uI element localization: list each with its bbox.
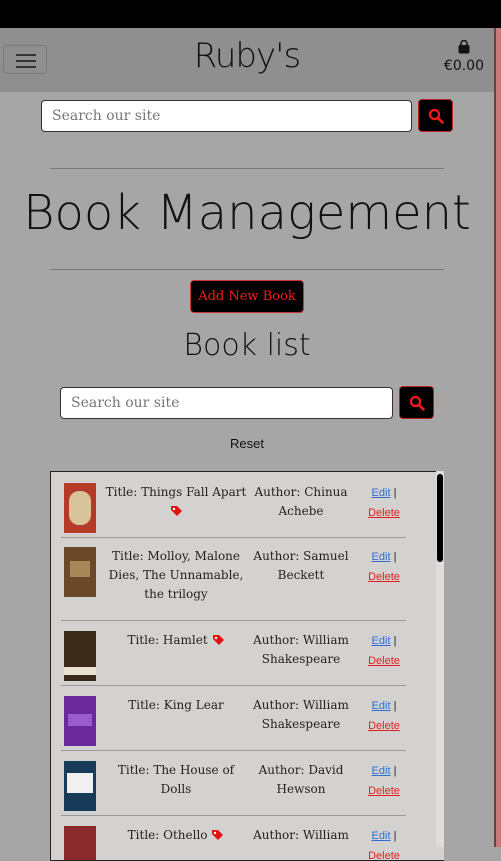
book-cover-image xyxy=(64,547,96,597)
book-cover-image xyxy=(64,696,96,746)
cart-link[interactable]: €0.00 xyxy=(444,40,484,74)
list-item: Title: Molloy, Malone Dies, The Unnamabl… xyxy=(61,537,406,621)
edit-link[interactable]: Edit xyxy=(372,635,391,647)
page-title: Book Management xyxy=(23,185,471,241)
list-item: Title: King Lear Author: William Shakesp… xyxy=(61,686,406,751)
sale-tag-icon xyxy=(212,635,224,645)
edit-link[interactable]: Edit xyxy=(372,830,391,842)
book-author: Author: Chinua Achebe xyxy=(254,485,348,518)
edit-link[interactable]: Edit xyxy=(372,551,391,563)
navbar: Ruby's €0.00 xyxy=(0,28,494,92)
row-actions: Edit | Delete xyxy=(368,487,400,519)
list-item: Title: Hamlet Author: William Shakespear… xyxy=(61,621,406,686)
list-item: Title: Othello Author: William Edit | De… xyxy=(61,816,406,861)
delete-link[interactable]: Delete xyxy=(368,785,400,797)
divider xyxy=(50,269,444,270)
book-list-title: Book list xyxy=(183,328,311,363)
top-search-form xyxy=(41,99,453,132)
delete-link[interactable]: Delete xyxy=(368,850,400,860)
book-title: Title: Things Fall Apart xyxy=(101,483,251,521)
book-search-form xyxy=(60,386,434,419)
edit-link[interactable]: Edit xyxy=(372,487,391,499)
top-search-input[interactable] xyxy=(41,99,412,132)
reset-link[interactable]: Reset xyxy=(0,436,494,451)
scrollbar-edge-shadow xyxy=(494,28,496,847)
cart-total: €0.00 xyxy=(443,58,484,74)
sale-tag-icon xyxy=(170,506,182,516)
book-cover-image xyxy=(64,826,96,860)
sale-tag-icon xyxy=(212,830,224,840)
delete-link[interactable]: Delete xyxy=(368,655,400,667)
book-author: Author: David Hewson xyxy=(258,763,344,796)
divider xyxy=(50,168,444,169)
book-author: Author: William Shakespeare xyxy=(253,698,349,731)
book-author: Author: William xyxy=(253,828,349,842)
book-cover-image xyxy=(64,631,96,681)
row-actions: Edit | Delete xyxy=(368,635,400,667)
list-scrollbar-thumb[interactable] xyxy=(437,474,443,562)
delete-link[interactable]: Delete xyxy=(368,720,400,732)
edit-link[interactable]: Edit xyxy=(372,765,391,777)
book-cover-image xyxy=(64,761,96,811)
list-item: Title: The House of Dolls Author: David … xyxy=(61,751,406,816)
top-search-button[interactable] xyxy=(418,99,453,132)
delete-link[interactable]: Delete xyxy=(368,571,400,583)
edit-link[interactable]: Edit xyxy=(372,700,391,712)
book-author: Author: William Shakespeare xyxy=(253,633,349,666)
shopping-bag-icon xyxy=(458,40,470,54)
row-actions: Edit | Delete xyxy=(368,830,400,861)
book-title: Title: King Lear xyxy=(128,698,224,712)
row-actions: Edit | Delete xyxy=(368,765,400,797)
book-author: Author: Samuel Beckett xyxy=(253,549,349,582)
row-actions: Edit | Delete xyxy=(368,700,400,732)
book-title: Title: The House of Dolls xyxy=(117,763,235,796)
book-title: Title: Othello xyxy=(101,826,251,845)
add-new-book-button[interactable]: Add New Book xyxy=(190,280,304,313)
delete-link[interactable]: Delete xyxy=(368,507,400,519)
row-actions: Edit | Delete xyxy=(368,551,400,583)
brand-logo[interactable]: Ruby's xyxy=(0,36,494,76)
book-search-button[interactable] xyxy=(399,386,434,419)
book-title: Title: Molloy, Malone Dies, The Unnamabl… xyxy=(108,549,244,601)
search-icon xyxy=(428,108,444,124)
top-black-bar xyxy=(0,0,501,28)
book-search-input[interactable] xyxy=(60,386,393,419)
book-title: Title: Hamlet xyxy=(101,631,251,650)
search-icon xyxy=(409,395,425,411)
book-list: Title: Things Fall Apart Author: Chinua … xyxy=(50,471,444,861)
list-item: Title: Things Fall Apart Author: Chinua … xyxy=(61,472,406,538)
book-cover-image xyxy=(64,483,96,533)
